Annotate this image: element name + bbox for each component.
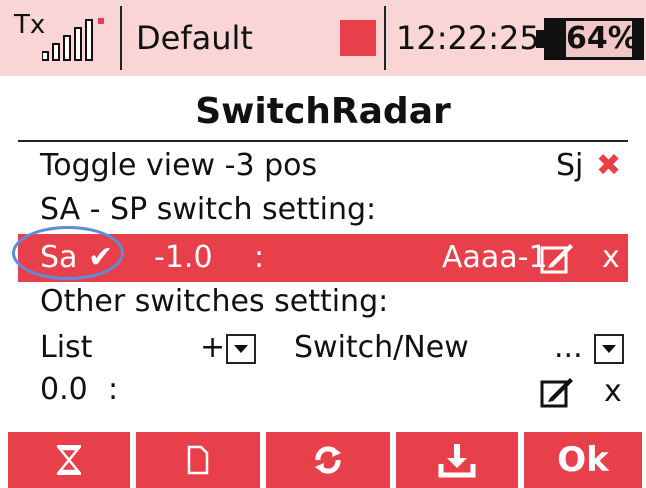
page-title: SwitchRadar (195, 91, 451, 132)
model-name[interactable]: Default (136, 18, 253, 58)
other-section-label: Other switches setting: (40, 284, 389, 319)
toggle-view-label: Toggle view -3 pos (40, 148, 318, 183)
highlight-ring (12, 226, 124, 280)
list-dropdown[interactable] (226, 334, 256, 364)
battery-indicator: 64% (536, 18, 644, 60)
dropdown-arrow-icon (234, 345, 248, 353)
toggle-switch-value[interactable]: Sj (556, 146, 583, 186)
signal-bars-icon (42, 18, 104, 61)
row-name[interactable]: Aaaa-1 (442, 238, 548, 278)
title-divider (18, 140, 628, 142)
refresh-icon (315, 446, 341, 474)
delete-icon[interactable]: x (602, 238, 620, 278)
bottom-toolbar: Ok (0, 432, 646, 488)
dropdown-arrow-icon (602, 345, 616, 353)
battery-cap (536, 30, 544, 48)
clock-time: 12:22:25 (396, 19, 540, 57)
page-button[interactable] (136, 432, 260, 488)
timer-button[interactable] (8, 432, 130, 488)
remove-icon[interactable]: ✖ (596, 146, 621, 186)
status-divider (120, 6, 122, 70)
other-separator: : (108, 372, 119, 407)
battery-percent: 64% (566, 21, 638, 56)
list-label: List (40, 330, 93, 365)
ok-button[interactable]: Ok (524, 432, 642, 488)
row-value[interactable]: -1.0 (154, 238, 213, 278)
status-divider (384, 6, 386, 70)
edit-icon[interactable] (540, 376, 574, 408)
refresh-button[interactable] (266, 432, 390, 488)
list-sign[interactable]: + (200, 328, 225, 368)
page-icon (187, 445, 209, 475)
sa-sp-section-label: SA - SP switch setting: (40, 192, 377, 227)
download-button[interactable] (396, 432, 518, 488)
switch-value[interactable]: ... (554, 328, 583, 368)
tx-label: Tx (14, 10, 46, 40)
switch-dropdown[interactable] (594, 334, 624, 364)
ok-label: Ok (557, 440, 609, 480)
row-separator: : (254, 240, 265, 275)
status-bar: Tx Default 12:22:25 64% (0, 0, 646, 76)
download-icon (438, 444, 476, 478)
edit-icon[interactable] (540, 242, 574, 274)
delete-icon[interactable]: x (604, 372, 622, 412)
record-indicator-icon (340, 20, 376, 56)
other-value[interactable]: 0.0 (40, 370, 88, 410)
switch-new-label: Switch/New (294, 330, 469, 365)
hourglass-icon (57, 445, 81, 475)
tx-signal: Tx (14, 10, 118, 70)
